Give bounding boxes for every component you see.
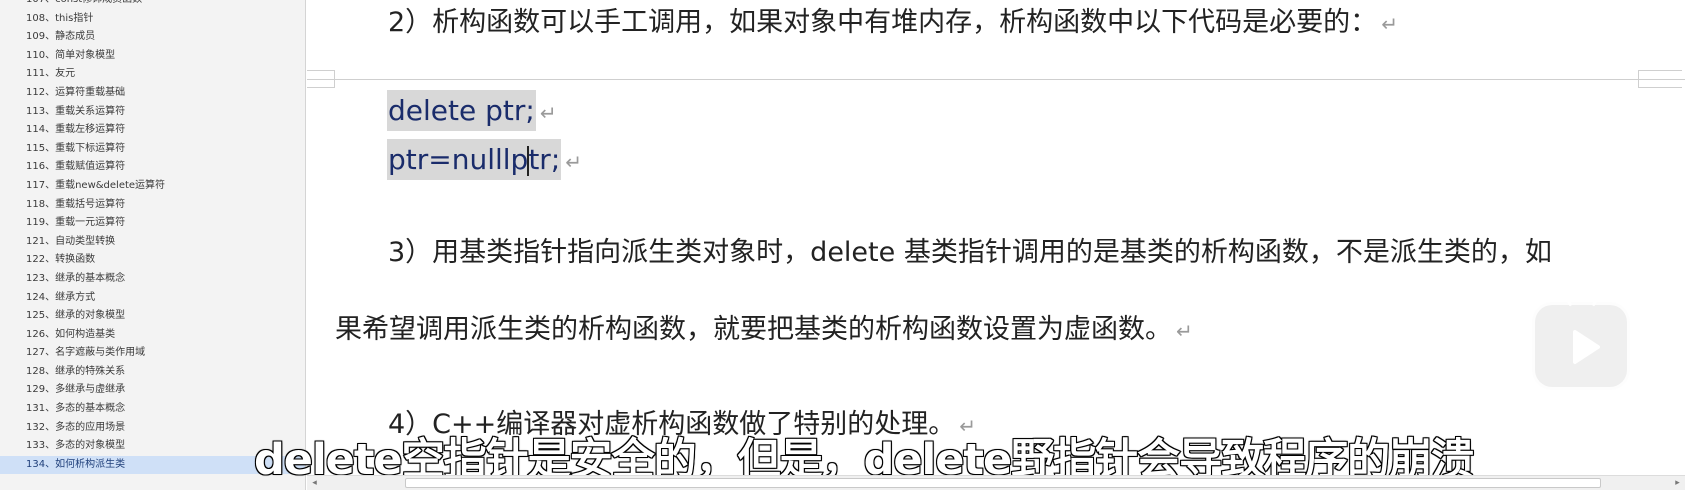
paragraph-mark: ↵	[565, 150, 583, 174]
paragraph-mark: ↵	[539, 101, 557, 125]
page-break-line	[307, 79, 1685, 80]
scroll-right-icon[interactable]: ▸	[1670, 476, 1685, 490]
nav-heading-item[interactable]: 115、重载下标运算符	[0, 140, 305, 159]
selected-code-text: ptr=nulllptr;	[387, 139, 562, 180]
paragraph-3-line-1: 3）用基类指针指向派生类对象时，delete 基类指针调用的是基类的析构函数，不…	[388, 237, 1552, 268]
nav-heading-item[interactable]: 128、继承的特殊关系	[0, 363, 305, 382]
code-line-2: ptr=nulllptr; ↵	[387, 139, 583, 180]
nav-heading-item[interactable]: 111、友元	[0, 65, 305, 84]
nav-heading-item[interactable]: 123、继承的基本概念	[0, 270, 305, 289]
nav-heading-item[interactable]: 121、自动类型转换	[0, 233, 305, 252]
nav-heading-item[interactable]: 113、重载关系运算符	[0, 103, 305, 122]
navigation-pane: 107、const修饰成员函数108、this指针109、静态成员110、简单对…	[0, 0, 306, 490]
nav-heading-item[interactable]: 127、名字遮蔽与类作用域	[0, 344, 305, 363]
nav-heading-item[interactable]: 112、运算符重载基础	[0, 84, 305, 103]
nav-heading-item[interactable]: 107、const修饰成员函数	[0, 0, 305, 10]
page-break-corner-right	[1638, 70, 1682, 88]
video-play-button[interactable]	[1532, 289, 1630, 390]
nav-heading-item[interactable]: 108、this指针	[0, 10, 305, 29]
nav-heading-item[interactable]: 124、继承方式	[0, 289, 305, 308]
nav-heading-item[interactable]: 131、多态的基本概念	[0, 400, 305, 419]
play-icon	[1573, 330, 1600, 364]
nav-heading-item[interactable]: 116、重载赋值运算符	[0, 158, 305, 177]
nav-heading-item[interactable]: 109、静态成员	[0, 28, 305, 47]
paragraph-3-line-2: 果希望调用派生类的析构函数，就要把基类的析构函数设置为虚函数。 ↵	[335, 307, 1193, 346]
code-line-1: delete ptr; ↵	[387, 90, 557, 131]
nav-heading-item[interactable]: 122、转换函数	[0, 251, 305, 270]
paragraph-mark: ↵	[1381, 12, 1398, 36]
code-text-before-caret: ptr=nulllp	[388, 143, 529, 176]
nav-heading-item[interactable]: 117、重载new&delete运算符	[0, 177, 305, 196]
horizontal-scrollbar[interactable]: ◂ ▸	[307, 475, 1685, 490]
nav-heading-item[interactable]: 129、多继承与虚继承	[0, 381, 305, 400]
paragraph-2: 2）析构函数可以手工调用，如果对象中有堆内存，析构函数中以下代码是必要的： ↵	[388, 0, 1398, 39]
paragraph-2-text: 2）析构函数可以手工调用，如果对象中有堆内存，析构函数中以下代码是必要的：	[388, 7, 1378, 38]
paragraph-mark: ↵	[1176, 319, 1193, 343]
selected-code-text: delete ptr;	[387, 90, 536, 131]
scrollbar-thumb[interactable]	[405, 478, 1601, 488]
scroll-left-icon[interactable]: ◂	[307, 476, 322, 490]
heading-list: 107、const修饰成员函数108、this指针109、静态成员110、简单对…	[0, 0, 305, 475]
nav-heading-item[interactable]: 125、继承的对象模型	[0, 307, 305, 326]
nav-heading-item[interactable]: 110、简单对象模型	[0, 47, 305, 66]
paragraph-3-line-2-text: 果希望调用派生类的析构函数，就要把基类的析构函数设置为虚函数。	[335, 314, 1172, 345]
nav-heading-item[interactable]: 118、重载括号运算符	[0, 196, 305, 215]
code-text-after-caret: tr;	[528, 143, 561, 176]
nav-heading-item[interactable]: 114、重载左移运算符	[0, 121, 305, 140]
nav-heading-item[interactable]: 126、如何构造基类	[0, 326, 305, 345]
document-page[interactable]: 2）析构函数可以手工调用，如果对象中有堆内存，析构函数中以下代码是必要的： ↵ d…	[307, 0, 1685, 475]
nav-heading-item[interactable]: 119、重载一元运算符	[0, 214, 305, 233]
